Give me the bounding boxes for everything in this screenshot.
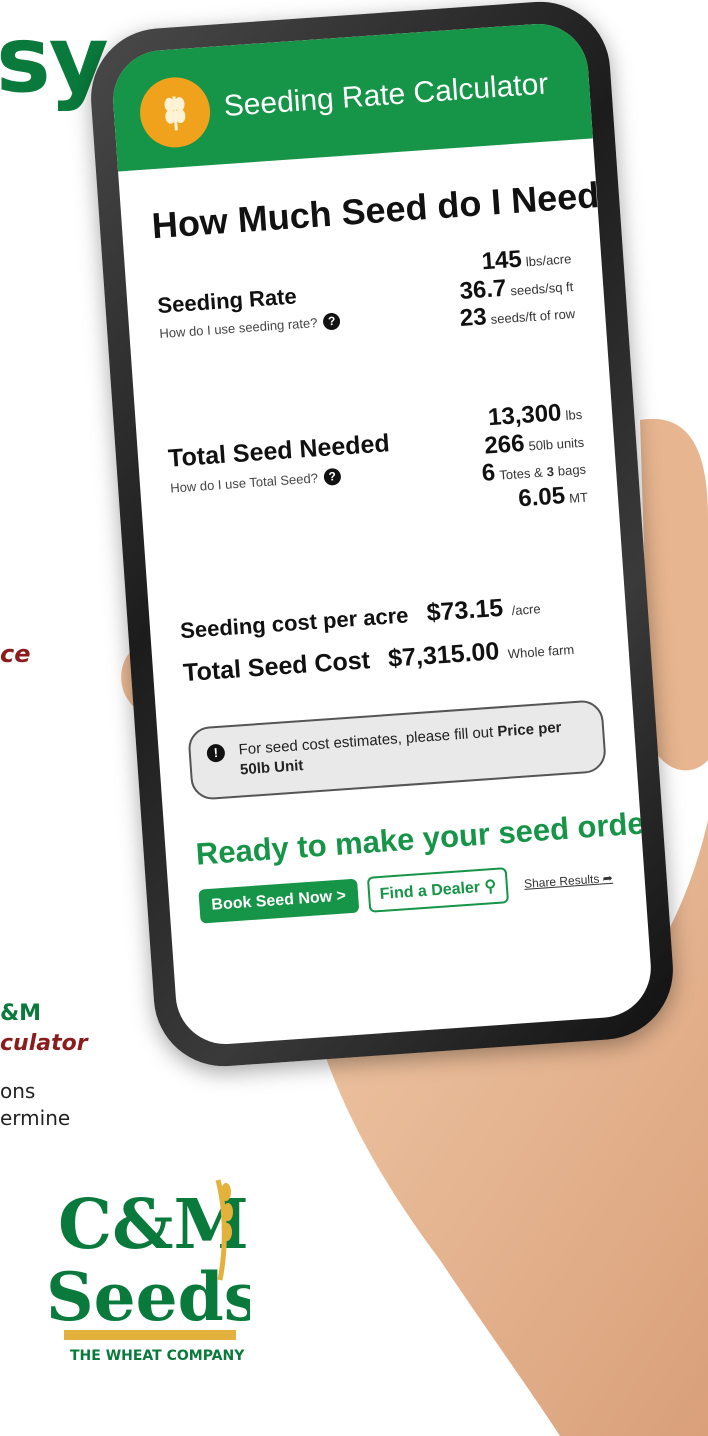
find-dealer-button[interactable]: Find a Dealer ⚲ (366, 866, 510, 913)
cm-seeds-logo: C&M Seeds THE WHEAT COMPANY (46, 1179, 250, 1364)
total-seed-values: 13,300 lbs 266 50lb units 6 Totes & 3 bags 6.… (477, 398, 589, 515)
total-cost-value: $7,315.00 (387, 637, 501, 673)
question-icon[interactable]: ? (323, 467, 342, 486)
book-seed-button[interactable]: Book Seed Now > (198, 878, 360, 924)
seeding-rate-section: Seeding Rate How do I use seeding rate? … (155, 242, 578, 381)
find-dealer-label: Find a Dealer (379, 878, 481, 903)
calculator-content: How Much Seed do I Need? Seeding Rate Ho… (121, 172, 655, 926)
action-buttons: Book Seed Now > Find a Dealer ⚲ Share Re… (198, 859, 615, 924)
seeding-rate-values: 145 lbs/acre 36.7 seeds/sq ft 23 seeds/ft o… (455, 242, 576, 333)
phone-device: Seeding Rate Calculator How Much Seed do… (86, 0, 678, 1071)
share-results-label: Share Results (523, 871, 600, 891)
total-cost-unit: Whole farm (507, 641, 575, 662)
page-title: How Much Seed do I Need? (150, 172, 623, 247)
wheat-icon (137, 75, 213, 150)
notice-text: For seed cost estimates, please fill out (238, 723, 494, 759)
price-notice: ! For seed cost estimates, please fill o… (187, 699, 608, 801)
order-cta-heading: Ready to make your seed order? (194, 802, 655, 872)
location-pin-icon: ⚲ (483, 877, 497, 896)
app-title: Seeding Rate Calculator (222, 67, 550, 123)
seeding-rate-help-text: How do I use seeding rate? (158, 315, 318, 342)
total-cost-label: Total Seed Cost (182, 646, 371, 688)
total-seed-section: Total Seed Needed How do I use Total See… (166, 398, 590, 557)
cost-per-acre-label: Seeding cost per acre (179, 602, 410, 644)
share-results-link[interactable]: Share Results ➦ (524, 870, 614, 890)
question-icon[interactable]: ? (322, 312, 341, 331)
phone-screen: Seeding Rate Calculator How Much Seed do… (109, 20, 655, 1048)
share-arrow-icon: ➦ (602, 870, 614, 885)
cost-section: Seeding cost per acre $73.15 /acre Total… (179, 587, 599, 688)
cost-per-acre-value: $73.15 (425, 593, 504, 628)
cost-per-acre-unit: /acre (511, 601, 542, 619)
total-seed-help-text: How do I use Total Seed? (169, 470, 319, 496)
svg-text:THE WHEAT COMPANY: THE WHEAT COMPANY (70, 1348, 245, 1364)
info-icon: ! (206, 743, 226, 763)
